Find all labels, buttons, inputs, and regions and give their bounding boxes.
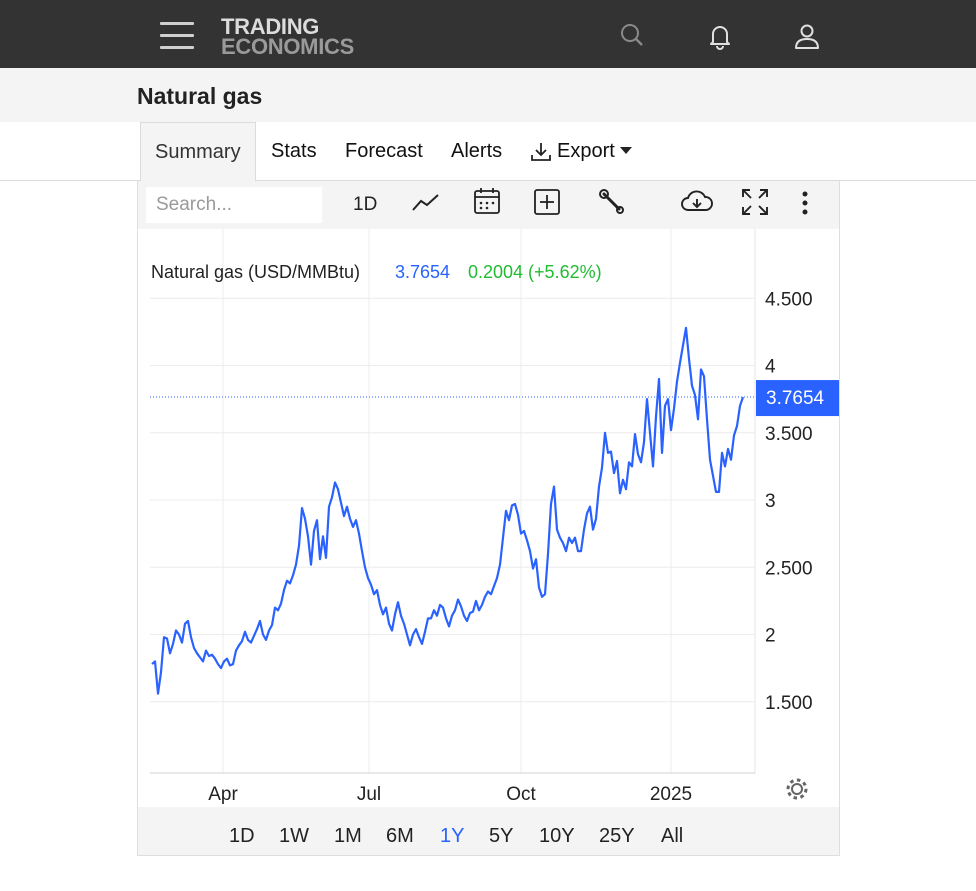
y-tick-label: 2: [765, 626, 776, 647]
tab-alerts[interactable]: Alerts: [451, 122, 502, 181]
range-all[interactable]: All: [661, 807, 683, 865]
cloud-download-icon[interactable]: [680, 188, 714, 216]
range-6m[interactable]: 6M: [386, 807, 414, 865]
add-indicator-icon[interactable]: [533, 188, 561, 216]
tab-forecast[interactable]: Forecast: [345, 122, 423, 181]
bell-icon[interactable]: [706, 22, 734, 50]
range-1y[interactable]: 1Y: [440, 807, 464, 865]
vertical-gridlines: [222, 229, 672, 773]
top-navbar: TRADING ECONOMICS: [0, 0, 976, 68]
symbol-search-input[interactable]: [146, 187, 322, 223]
legend-name: Natural gas (USD/MMBtu): [151, 262, 360, 282]
x-tick-label: 2025: [650, 784, 692, 805]
y-tick-label: 3.500: [765, 424, 813, 445]
y-tick-label: 4: [765, 357, 776, 378]
chart-toolbar: 1D: [138, 181, 839, 229]
y-tick-label: 4.500: [765, 289, 813, 310]
price-chart[interactable]: Natural gas (USD/MMBtu) 3.7654 0.2004 (+…: [138, 229, 839, 807]
chevron-down-icon: [620, 147, 632, 154]
line-chart-icon[interactable]: [411, 190, 441, 216]
tab-stats[interactable]: Stats: [271, 122, 317, 181]
user-icon[interactable]: [793, 22, 821, 50]
gear-icon[interactable]: [786, 778, 808, 800]
legend-price: 3.7654: [395, 262, 450, 282]
download-icon: [531, 143, 551, 161]
x-tick-label: Oct: [506, 784, 536, 805]
fullscreen-icon[interactable]: [741, 188, 769, 216]
y-tick-label: 2.500: [765, 558, 813, 579]
legend-change: 0.2004 (+5.62%): [468, 262, 602, 282]
y-tick-label: 1.500: [765, 693, 813, 714]
range-1m[interactable]: 1M: [334, 807, 362, 865]
x-tick-label: Jul: [357, 784, 381, 805]
wrench-icon[interactable]: [598, 188, 626, 216]
page-title: Natural gas: [137, 83, 263, 109]
range-5y[interactable]: 5Y: [489, 807, 513, 865]
series-line: [151, 326, 745, 695]
range-selector: 1D 1W 1M 6M 1Y 5Y 10Y 25Y All: [138, 807, 839, 855]
export-label: Export: [557, 140, 615, 162]
calendar-icon[interactable]: [473, 186, 501, 216]
tab-summary[interactable]: Summary: [140, 122, 256, 182]
last-price-label: 3.7654: [766, 388, 825, 409]
tab-bar: Summary Stats Forecast Alerts Export: [0, 122, 976, 182]
y-tick-label: 3: [765, 491, 776, 512]
x-tick-label: Apr: [208, 784, 238, 805]
chart-widget: 1D: [137, 181, 840, 856]
more-vertical-icon[interactable]: [798, 189, 812, 217]
range-1w[interactable]: 1W: [279, 807, 309, 865]
range-10y[interactable]: 10Y: [539, 807, 575, 865]
logo[interactable]: TRADING ECONOMICS: [221, 16, 354, 58]
interval-button[interactable]: 1D: [353, 187, 377, 223]
time-axis-labels: Apr Jul Oct 2025: [208, 784, 692, 805]
range-25y[interactable]: 25Y: [599, 807, 635, 865]
search-icon[interactable]: [618, 22, 646, 50]
title-bar: Natural gas: [0, 68, 976, 122]
range-1d[interactable]: 1D: [229, 807, 255, 865]
price-axis-labels: 1.500 2 2.500 3 3.500 4 4.500: [765, 289, 813, 714]
menu-icon[interactable]: [160, 22, 194, 50]
